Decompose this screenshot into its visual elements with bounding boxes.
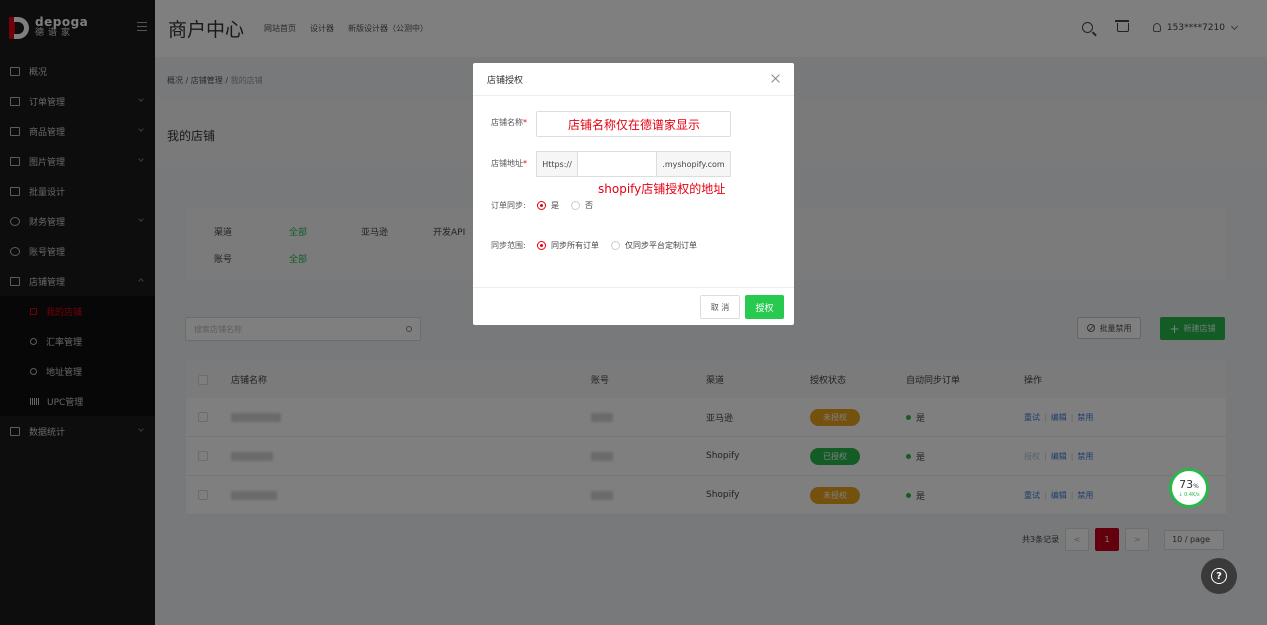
store-url-label: 店铺地址 [491, 159, 523, 168]
close-icon[interactable] [771, 74, 780, 83]
range-all-radio[interactable] [537, 241, 546, 250]
sync-yes-radio[interactable] [537, 201, 546, 210]
url-suffix: .myshopify.com [656, 151, 731, 177]
url-prefix: Https:// [536, 151, 578, 177]
help-button[interactable]: ? [1201, 558, 1237, 594]
sync-no-radio[interactable] [571, 201, 580, 210]
store-auth-dialog: 店铺授权 店铺名称* 店铺名称仅在德谱家显示 店铺地址* Https:// .m… [473, 63, 794, 325]
order-sync-label: 订单同步: [491, 201, 526, 210]
sync-range-label: 同步范围: [491, 241, 526, 250]
question-icon: ? [1211, 568, 1227, 584]
authorize-button[interactable]: 授权 [745, 295, 784, 319]
store-url-input[interactable] [577, 151, 657, 177]
range-custom-radio[interactable] [611, 241, 620, 250]
store-name-annotation: 店铺名称仅在德谱家显示 [568, 118, 701, 132]
cancel-button[interactable]: 取 消 [700, 295, 740, 319]
store-name-label: 店铺名称 [491, 118, 523, 127]
network-speed-widget[interactable]: 73% ↓ 0.4K/s [1169, 468, 1209, 508]
dialog-title: 店铺授权 [487, 76, 524, 86]
store-url-annotation: shopify店铺授权的地址 [598, 182, 726, 196]
